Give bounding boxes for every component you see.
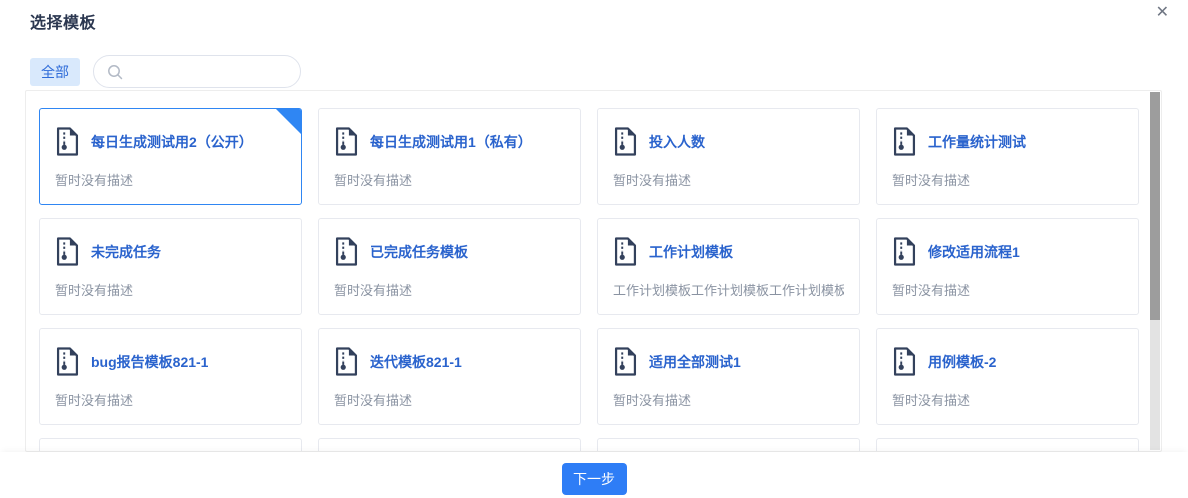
template-card[interactable]: bug报告模板821-1 暂时没有描述	[39, 328, 302, 425]
template-file-icon	[614, 237, 637, 266]
template-card-partial[interactable]	[39, 438, 302, 451]
template-grid: 每日生成测试用2（公开） 暂时没有描述 ✓ 每日生成测试用1（私有） 暂时没有描…	[26, 91, 1161, 451]
filter-all-chip[interactable]: 全部	[30, 57, 80, 86]
select-template-modal: 选择模板 ✕ 全部 每日生成测试用2（公开） 暂时没有描述 ✓ 每日生成测试用1…	[0, 0, 1188, 498]
close-icon[interactable]: ✕	[1152, 1, 1173, 25]
template-card-head: 每日生成测试用2（公开）	[55, 127, 286, 156]
template-file-icon	[335, 347, 358, 376]
template-card-desc: 暂时没有描述	[334, 283, 413, 298]
next-step-button[interactable]: 下一步	[561, 463, 627, 495]
template-card[interactable]: 投入人数 暂时没有描述	[597, 108, 860, 205]
template-card[interactable]: 工作计划模板 工作计划模板工作计划模板工作计划模板工作计划模板	[597, 218, 860, 315]
template-card[interactable]: 适用全部测试1 暂时没有描述	[597, 328, 860, 425]
template-card-desc: 暂时没有描述	[55, 283, 134, 298]
search-input[interactable]	[130, 63, 290, 80]
template-card[interactable]: 工作量统计测试 暂时没有描述	[876, 108, 1139, 205]
template-card-desc: 暂时没有描述	[55, 393, 134, 408]
search-icon	[108, 64, 123, 79]
modal-footer: 下一步	[0, 452, 1188, 498]
template-card-desc: 暂时没有描述	[334, 173, 413, 188]
template-card-partial[interactable]	[318, 438, 581, 451]
template-list-container: 每日生成测试用2（公开） 暂时没有描述 ✓ 每日生成测试用1（私有） 暂时没有描…	[25, 90, 1162, 452]
template-card-desc: 暂时没有描述	[892, 393, 971, 408]
template-card-desc: 暂时没有描述	[334, 393, 413, 408]
template-card-partial[interactable]	[597, 438, 860, 451]
template-card-head: 适用全部测试1	[613, 347, 844, 376]
template-card-head: 修改适用流程1	[892, 237, 1123, 266]
page-title: 选择模板	[30, 15, 97, 32]
template-card[interactable]: 修改适用流程1 暂时没有描述	[876, 218, 1139, 315]
template-card-desc: 暂时没有描述	[892, 173, 971, 188]
template-card-title: 修改适用流程1	[928, 243, 1020, 260]
template-file-icon	[335, 237, 358, 266]
template-card[interactable]: 每日生成测试用1（私有） 暂时没有描述	[318, 108, 581, 205]
template-file-icon	[893, 237, 916, 266]
template-file-icon	[56, 127, 79, 156]
template-card-desc: 暂时没有描述	[613, 173, 692, 188]
template-card-head: 用例模板-2	[892, 347, 1123, 376]
template-card-title: 迭代模板821-1	[370, 353, 462, 370]
toolbar: 全部	[30, 55, 301, 88]
template-card-desc: 暂时没有描述	[55, 173, 134, 188]
template-file-icon	[335, 127, 358, 156]
template-card-title: 每日生成测试用1（私有）	[370, 133, 532, 150]
template-card-head: 投入人数	[613, 127, 844, 156]
template-card-desc: 工作计划模板工作计划模板工作计划模板工作计划模板	[613, 283, 844, 298]
template-card-partial[interactable]	[876, 438, 1139, 451]
template-card-title: 用例模板-2	[928, 353, 997, 370]
template-file-icon	[614, 127, 637, 156]
template-card-title: 工作量统计测试	[928, 133, 1026, 150]
template-card-head: bug报告模板821-1	[55, 347, 286, 376]
template-card-title: bug报告模板821-1	[91, 353, 209, 370]
template-card-head: 未完成任务	[55, 237, 286, 266]
template-card[interactable]: 未完成任务 暂时没有描述	[39, 218, 302, 315]
template-card-title: 工作计划模板	[649, 243, 733, 260]
template-card[interactable]: 每日生成测试用2（公开） 暂时没有描述 ✓	[39, 108, 302, 205]
check-icon: ✓	[288, 136, 299, 150]
template-card-desc: 暂时没有描述	[613, 393, 692, 408]
template-card-title: 适用全部测试1	[649, 353, 741, 370]
template-card[interactable]: 已完成任务模板 暂时没有描述	[318, 218, 581, 315]
search-box[interactable]	[93, 55, 301, 88]
scrollbar-thumb[interactable]	[1150, 92, 1160, 320]
template-card-title: 投入人数	[649, 133, 705, 150]
template-card[interactable]: 迭代模板821-1 暂时没有描述	[318, 328, 581, 425]
template-file-icon	[56, 347, 79, 376]
selected-corner-badge: ✓	[275, 109, 301, 150]
template-file-icon	[614, 347, 637, 376]
template-card-title: 已完成任务模板	[370, 243, 468, 260]
template-card-head: 每日生成测试用1（私有）	[334, 127, 565, 156]
template-file-icon	[893, 347, 916, 376]
template-card-head: 工作计划模板	[613, 237, 844, 266]
template-card-title: 未完成任务	[91, 243, 161, 260]
template-card-desc: 暂时没有描述	[892, 283, 971, 298]
template-file-icon	[56, 237, 79, 266]
template-card-head: 已完成任务模板	[334, 237, 565, 266]
scrollbar-track[interactable]	[1150, 92, 1160, 450]
template-card-title: 每日生成测试用2（公开）	[91, 133, 253, 150]
template-file-icon	[893, 127, 916, 156]
template-card[interactable]: 用例模板-2 暂时没有描述	[876, 328, 1139, 425]
template-card-head: 工作量统计测试	[892, 127, 1123, 156]
template-card-head: 迭代模板821-1	[334, 347, 565, 376]
